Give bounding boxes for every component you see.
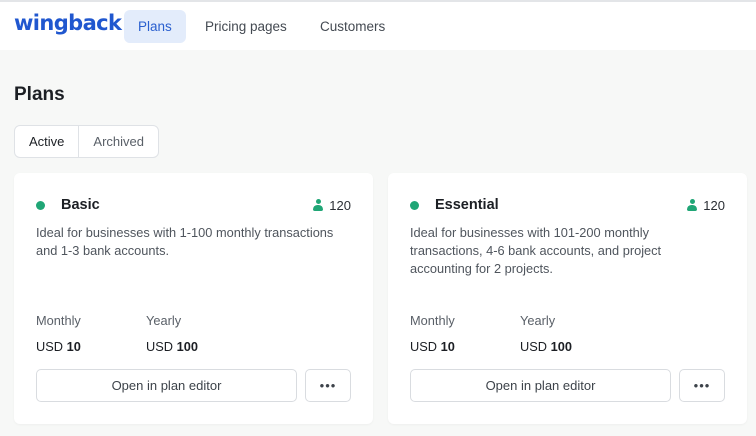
yearly-price-value: USD 100: [520, 339, 572, 354]
customer-count-value: 120: [703, 198, 725, 213]
plan-status-tabs: Active Archived: [14, 125, 159, 158]
monthly-price-value: USD 10: [410, 339, 455, 354]
customer-count: 120: [313, 198, 351, 213]
yearly-currency: USD: [520, 339, 548, 354]
yearly-price-label: Yearly: [520, 313, 556, 328]
monthly-price-label: Monthly: [410, 313, 455, 328]
open-in-plan-editor-button[interactable]: Open in plan editor: [36, 369, 297, 402]
more-options-button[interactable]: •••: [679, 369, 725, 402]
open-in-plan-editor-button[interactable]: Open in plan editor: [410, 369, 671, 402]
status-dot-icon: [410, 201, 419, 210]
nav-item-customers[interactable]: Customers: [306, 10, 399, 43]
monthly-currency: USD: [410, 339, 438, 354]
yearly-price-label: Yearly: [146, 313, 182, 328]
nav-item-pricing-pages[interactable]: Pricing pages: [191, 10, 301, 43]
plan-card-essential: Essential 120 Ideal for businesses with …: [388, 173, 747, 424]
status-dot-icon: [36, 201, 45, 210]
yearly-currency: USD: [146, 339, 174, 354]
monthly-amount: 10: [66, 339, 81, 354]
monthly-currency: USD: [36, 339, 64, 354]
more-options-button[interactable]: •••: [305, 369, 351, 402]
customer-count: 120: [687, 198, 725, 213]
user-icon: [687, 199, 698, 212]
tab-active[interactable]: Active: [15, 126, 80, 157]
customer-count-value: 120: [329, 198, 351, 213]
plan-card-basic: Basic 120 Ideal for businesses with 1-10…: [14, 173, 373, 424]
plan-name: Basic: [61, 197, 100, 213]
plan-name: Essential: [435, 197, 499, 213]
yearly-amount: 100: [176, 339, 198, 354]
wingback-logo[interactable]: wingback: [14, 11, 122, 35]
monthly-amount: 10: [440, 339, 455, 354]
tab-archived[interactable]: Archived: [79, 126, 158, 157]
monthly-price-label: Monthly: [36, 313, 81, 328]
plan-description: Ideal for businesses with 101-200 monthl…: [410, 225, 662, 276]
monthly-price-value: USD 10: [36, 339, 81, 354]
plan-description: Ideal for businesses with 1-100 monthly …: [36, 225, 334, 258]
yearly-amount: 100: [550, 339, 572, 354]
page-title: Plans: [14, 84, 65, 105]
nav-item-plans[interactable]: Plans: [124, 10, 186, 43]
yearly-price-value: USD 100: [146, 339, 198, 354]
user-icon: [313, 199, 324, 212]
top-navigation-bar: wingback Plans Pricing pages Customers: [0, 0, 756, 50]
